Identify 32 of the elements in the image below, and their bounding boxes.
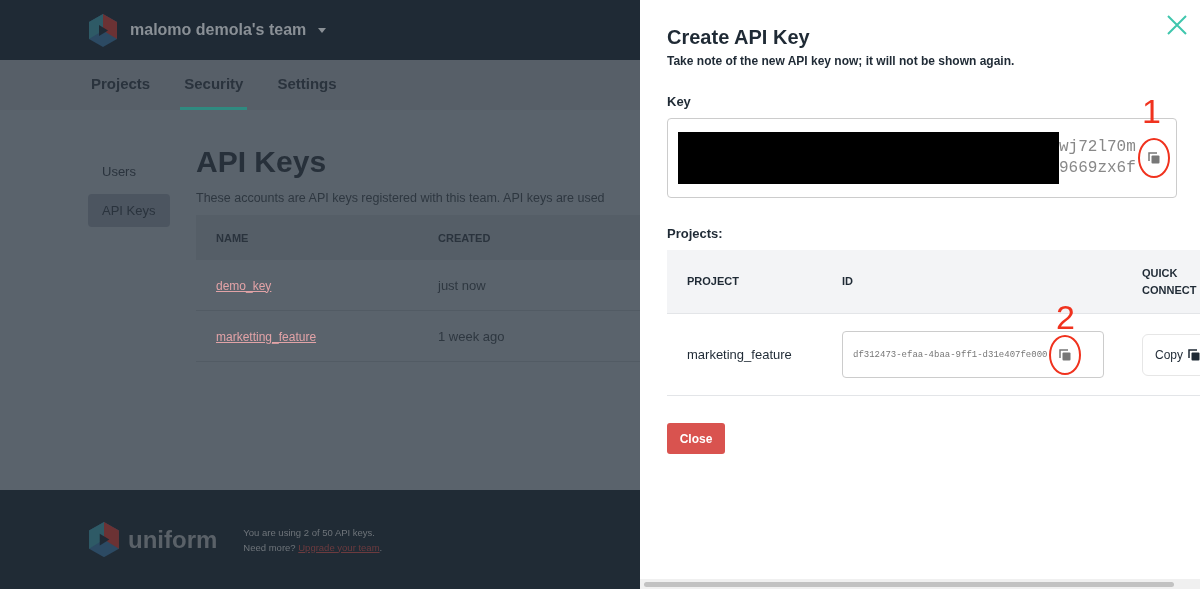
scrollbar[interactable] [640,579,1200,589]
column-header: QUICK CONNECT [1141,265,1198,298]
copy-button[interactable]: Copy [1142,333,1200,376]
key-text: wj72l70m [1059,137,1136,158]
key-name-link[interactable]: demo_key [216,278,272,293]
hexagon-logo-icon [88,13,118,47]
hexagon-logo-icon [88,521,120,558]
caret-icon [318,27,327,33]
projects-label: Projects: [667,226,724,241]
upgrade-prompt: Need more? Upgrade your team. [243,541,383,553]
annotation-circle [1049,334,1082,375]
upgrade-link[interactable]: Upgrade your team [298,541,380,553]
column-header: ID [841,274,854,289]
usage-text: You are using 2 of 50 API keys. [243,526,376,538]
annotation-circle [1137,138,1170,178]
id-text: df312473-efaa-4baa-9ff1-d31e407fe000 [853,349,1048,360]
column-header: PROJECT [686,274,740,289]
logo-text: uniform [128,525,218,554]
copy-icon [1188,348,1200,361]
table-cell-text: marketing_feature [686,347,793,362]
copy-id-button[interactable] [1057,346,1074,363]
copy-key-button[interactable] [1145,150,1162,166]
annotation-number: 2 [1056,297,1075,337]
dialog-subtitle: Take note of the new API key now; it will not be shown again. [667,54,1016,68]
copy-icon [1059,348,1072,361]
key-text: 9669zx6f [1059,158,1136,179]
key-label: Key [667,94,692,109]
key-name-link[interactable]: marketting_feature [216,329,317,344]
dialog-title: Create API Key [667,26,810,49]
team-name[interactable]: malomo demola's team [130,21,307,39]
close-button[interactable]: Close [667,423,725,454]
copy-icon [1147,152,1160,164]
